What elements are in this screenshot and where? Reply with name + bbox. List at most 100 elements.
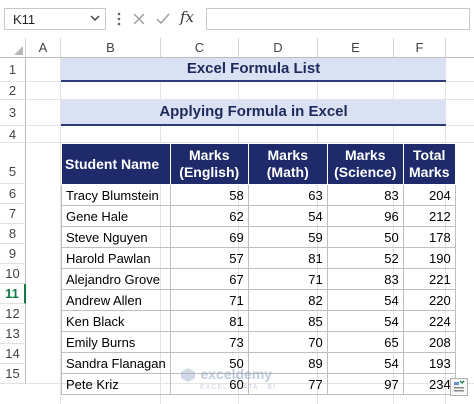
row-header-9[interactable]: 9 [0, 244, 26, 264]
english-cell[interactable]: 73 [169, 331, 249, 353]
header-text: Marks [189, 147, 230, 163]
total-cell[interactable]: 221 [402, 268, 456, 290]
student-name-cell[interactable]: Alejandro Grove [61, 268, 171, 290]
row-header-4[interactable]: 4 [0, 126, 26, 143]
header-text: Marks [345, 147, 386, 163]
science-cell[interactable]: 54 [326, 289, 404, 311]
column-header-e[interactable]: E [318, 38, 394, 58]
row-header-7[interactable]: 7 [0, 204, 26, 224]
science-cell[interactable]: 52 [326, 247, 404, 269]
table-row: Tracy Blumstein 58 63 83 204 [61, 184, 456, 206]
header-marks-english[interactable]: Marks (English) [169, 143, 249, 185]
english-cell[interactable]: 67 [169, 268, 249, 290]
header-text: (English) [179, 164, 240, 180]
student-name-cell[interactable]: Harold Pawlan [61, 247, 171, 269]
column-header-d[interactable]: D [239, 38, 318, 58]
total-cell[interactable]: 208 [402, 331, 456, 353]
english-cell[interactable]: 71 [169, 289, 249, 311]
math-cell[interactable]: 54 [247, 205, 328, 227]
english-cell[interactable]: 58 [169, 184, 249, 206]
science-cell[interactable]: 65 [326, 331, 404, 353]
header-total-marks[interactable]: Total Marks [402, 143, 456, 185]
math-cell[interactable]: 70 [247, 331, 328, 353]
header-text: Student Name [65, 155, 160, 172]
row-header-6[interactable]: 6 [0, 184, 26, 204]
column-header-next[interactable] [446, 38, 474, 58]
select-all-button[interactable] [0, 38, 26, 58]
enter-check-icon[interactable] [154, 10, 172, 28]
row-header-14[interactable]: 14 [0, 344, 26, 364]
name-box[interactable]: K11 [4, 8, 106, 30]
student-name-cell[interactable]: Steve Nguyen [61, 226, 171, 248]
english-cell[interactable]: 57 [169, 247, 249, 269]
formula-bar: K11 fx [0, 0, 474, 38]
cancel-icon[interactable] [130, 10, 148, 28]
total-cell[interactable]: 204 [402, 184, 456, 206]
sheet-title[interactable]: Excel Formula List [61, 58, 446, 82]
student-name-cell[interactable]: Emily Burns [61, 331, 171, 353]
science-cell[interactable]: 96 [326, 205, 404, 227]
row-header-2[interactable]: 2 [0, 82, 26, 100]
row-header-11[interactable]: 11 [0, 284, 26, 304]
total-cell[interactable]: 220 [402, 289, 456, 311]
sheet-subtitle[interactable]: Applying Formula in Excel [61, 100, 446, 126]
table-row: Andrew Allen 71 82 54 220 [61, 289, 456, 311]
science-cell[interactable]: 83 [326, 268, 404, 290]
row-header-8[interactable]: 8 [0, 224, 26, 244]
math-cell[interactable]: 63 [247, 184, 328, 206]
row-header-5[interactable]: 5 [0, 143, 26, 184]
student-name-cell[interactable]: Ken Black [61, 310, 171, 332]
math-cell[interactable]: 81 [247, 247, 328, 269]
student-name-cell[interactable]: Andrew Allen [61, 289, 171, 311]
quick-analysis-icon [454, 380, 465, 392]
header-marks-science[interactable]: Marks (Science) [326, 143, 404, 185]
total-cell[interactable]: 193 [402, 352, 456, 374]
english-cell[interactable]: 81 [169, 310, 249, 332]
column-header-c[interactable]: C [161, 38, 239, 58]
student-name-cell[interactable]: Pete Kriz [61, 373, 171, 395]
math-cell[interactable]: 59 [247, 226, 328, 248]
header-marks-math[interactable]: Marks (Math) [247, 143, 328, 185]
header-student-name[interactable]: Student Name [61, 143, 171, 185]
total-cell[interactable]: 212 [402, 205, 456, 227]
table-row: Steve Nguyen 69 59 50 178 [61, 226, 456, 248]
science-cell[interactable]: 97 [326, 373, 404, 395]
more-options-icon[interactable] [116, 11, 122, 27]
table-row: Emily Burns 73 70 65 208 [61, 331, 456, 353]
insert-function-button[interactable]: fx [180, 8, 194, 26]
english-cell[interactable]: 62 [169, 205, 249, 227]
row-header-12[interactable]: 12 [0, 304, 26, 324]
science-cell[interactable]: 54 [326, 352, 404, 374]
header-text: (Science) [334, 164, 397, 180]
header-text: Total [413, 147, 446, 163]
math-cell[interactable]: 71 [247, 268, 328, 290]
science-cell[interactable]: 83 [326, 184, 404, 206]
row-header-3[interactable]: 3 [0, 100, 26, 126]
watermark-name: exceldemy [200, 366, 273, 382]
student-name-cell[interactable]: Gene Hale [61, 205, 171, 227]
total-cell[interactable]: 224 [402, 310, 456, 332]
total-cell[interactable]: 178 [402, 226, 456, 248]
column-header-f[interactable]: F [394, 38, 446, 58]
math-cell[interactable]: 85 [247, 310, 328, 332]
student-name-cell[interactable]: Sandra Flanagan [61, 352, 171, 374]
row-header-10[interactable]: 10 [0, 264, 26, 284]
header-text: Marks [267, 147, 308, 163]
total-cell[interactable]: 190 [402, 247, 456, 269]
english-cell[interactable]: 69 [169, 226, 249, 248]
total-cell[interactable]: 234 [402, 373, 456, 395]
row-header-13[interactable]: 13 [0, 324, 26, 344]
student-name-cell[interactable]: Tracy Blumstein [61, 184, 171, 206]
column-header-a[interactable]: A [26, 38, 61, 58]
quick-analysis-button[interactable] [450, 378, 468, 396]
science-cell[interactable]: 50 [326, 226, 404, 248]
row-header-15[interactable]: 15 [0, 364, 26, 384]
row-header-1[interactable]: 1 [0, 58, 26, 82]
math-cell[interactable]: 82 [247, 289, 328, 311]
table-row: Alejandro Grove 67 71 83 221 [61, 268, 456, 290]
science-cell[interactable]: 54 [326, 310, 404, 332]
formula-input[interactable] [206, 8, 470, 30]
chevron-down-icon[interactable] [90, 12, 100, 24]
column-header-b[interactable]: B [61, 38, 161, 58]
header-text: Marks [409, 164, 450, 180]
